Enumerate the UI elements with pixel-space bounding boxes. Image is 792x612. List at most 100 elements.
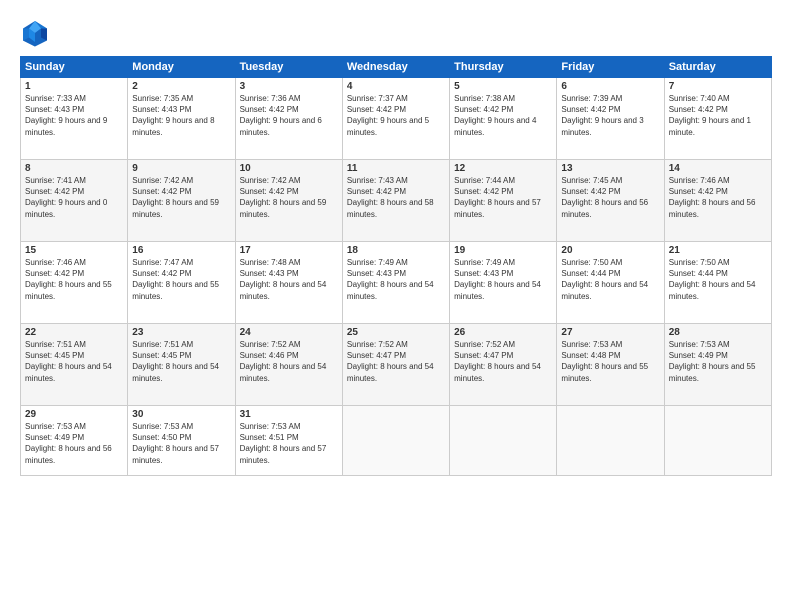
day-number: 29 — [25, 409, 123, 420]
day-info: Sunrise: 7:42 AMSunset: 4:42 PMDaylight:… — [240, 176, 327, 219]
day-info: Sunrise: 7:49 AMSunset: 4:43 PMDaylight:… — [454, 258, 541, 301]
calendar-cell: 28 Sunrise: 7:53 AMSunset: 4:49 PMDaylig… — [664, 324, 771, 406]
calendar-cell: 14 Sunrise: 7:46 AMSunset: 4:42 PMDaylig… — [664, 160, 771, 242]
day-info: Sunrise: 7:52 AMSunset: 4:46 PMDaylight:… — [240, 340, 327, 383]
header — [20, 18, 772, 48]
calendar-cell: 15 Sunrise: 7:46 AMSunset: 4:42 PMDaylig… — [21, 242, 128, 324]
calendar-cell: 30 Sunrise: 7:53 AMSunset: 4:50 PMDaylig… — [128, 406, 235, 476]
calendar-week-2: 8 Sunrise: 7:41 AMSunset: 4:42 PMDayligh… — [21, 160, 772, 242]
calendar-cell: 21 Sunrise: 7:50 AMSunset: 4:44 PMDaylig… — [664, 242, 771, 324]
day-info: Sunrise: 7:46 AMSunset: 4:42 PMDaylight:… — [669, 176, 756, 219]
day-info: Sunrise: 7:53 AMSunset: 4:50 PMDaylight:… — [132, 422, 219, 465]
day-info: Sunrise: 7:45 AMSunset: 4:42 PMDaylight:… — [561, 176, 648, 219]
calendar-cell: 26 Sunrise: 7:52 AMSunset: 4:47 PMDaylig… — [450, 324, 557, 406]
day-info: Sunrise: 7:43 AMSunset: 4:42 PMDaylight:… — [347, 176, 434, 219]
day-info: Sunrise: 7:50 AMSunset: 4:44 PMDaylight:… — [561, 258, 648, 301]
day-info: Sunrise: 7:40 AMSunset: 4:42 PMDaylight:… — [669, 94, 751, 137]
day-number: 20 — [561, 245, 659, 256]
day-info: Sunrise: 7:50 AMSunset: 4:44 PMDaylight:… — [669, 258, 756, 301]
day-number: 3 — [240, 81, 338, 92]
calendar-cell: 29 Sunrise: 7:53 AMSunset: 4:49 PMDaylig… — [21, 406, 128, 476]
calendar-cell: 27 Sunrise: 7:53 AMSunset: 4:48 PMDaylig… — [557, 324, 664, 406]
calendar-cell: 24 Sunrise: 7:52 AMSunset: 4:46 PMDaylig… — [235, 324, 342, 406]
logo — [20, 18, 54, 48]
calendar-cell: 17 Sunrise: 7:48 AMSunset: 4:43 PMDaylig… — [235, 242, 342, 324]
day-number: 7 — [669, 81, 767, 92]
calendar-header-monday: Monday — [128, 57, 235, 78]
calendar-cell — [450, 406, 557, 476]
day-number: 19 — [454, 245, 552, 256]
day-number: 6 — [561, 81, 659, 92]
day-number: 11 — [347, 163, 445, 174]
day-info: Sunrise: 7:49 AMSunset: 4:43 PMDaylight:… — [347, 258, 434, 301]
day-number: 25 — [347, 327, 445, 338]
day-number: 18 — [347, 245, 445, 256]
day-info: Sunrise: 7:44 AMSunset: 4:42 PMDaylight:… — [454, 176, 541, 219]
day-info: Sunrise: 7:39 AMSunset: 4:42 PMDaylight:… — [561, 94, 643, 137]
calendar-cell: 7 Sunrise: 7:40 AMSunset: 4:42 PMDayligh… — [664, 78, 771, 160]
calendar-cell: 31 Sunrise: 7:53 AMSunset: 4:51 PMDaylig… — [235, 406, 342, 476]
calendar-cell — [664, 406, 771, 476]
calendar-header-saturday: Saturday — [664, 57, 771, 78]
day-number: 13 — [561, 163, 659, 174]
day-number: 4 — [347, 81, 445, 92]
day-info: Sunrise: 7:36 AMSunset: 4:42 PMDaylight:… — [240, 94, 322, 137]
day-number: 22 — [25, 327, 123, 338]
calendar-header-friday: Friday — [557, 57, 664, 78]
day-info: Sunrise: 7:53 AMSunset: 4:49 PMDaylight:… — [25, 422, 112, 465]
day-info: Sunrise: 7:38 AMSunset: 4:42 PMDaylight:… — [454, 94, 536, 137]
calendar-cell: 3 Sunrise: 7:36 AMSunset: 4:42 PMDayligh… — [235, 78, 342, 160]
day-number: 12 — [454, 163, 552, 174]
calendar-header-wednesday: Wednesday — [342, 57, 449, 78]
calendar-cell: 13 Sunrise: 7:45 AMSunset: 4:42 PMDaylig… — [557, 160, 664, 242]
day-number: 28 — [669, 327, 767, 338]
calendar-cell: 8 Sunrise: 7:41 AMSunset: 4:42 PMDayligh… — [21, 160, 128, 242]
calendar-week-1: 1 Sunrise: 7:33 AMSunset: 4:43 PMDayligh… — [21, 78, 772, 160]
calendar-cell: 18 Sunrise: 7:49 AMSunset: 4:43 PMDaylig… — [342, 242, 449, 324]
calendar-week-3: 15 Sunrise: 7:46 AMSunset: 4:42 PMDaylig… — [21, 242, 772, 324]
calendar-table: SundayMondayTuesdayWednesdayThursdayFrid… — [20, 56, 772, 476]
day-info: Sunrise: 7:46 AMSunset: 4:42 PMDaylight:… — [25, 258, 112, 301]
calendar-week-5: 29 Sunrise: 7:53 AMSunset: 4:49 PMDaylig… — [21, 406, 772, 476]
day-number: 21 — [669, 245, 767, 256]
calendar-week-4: 22 Sunrise: 7:51 AMSunset: 4:45 PMDaylig… — [21, 324, 772, 406]
day-number: 10 — [240, 163, 338, 174]
calendar-cell — [342, 406, 449, 476]
calendar-cell: 23 Sunrise: 7:51 AMSunset: 4:45 PMDaylig… — [128, 324, 235, 406]
calendar-cell: 10 Sunrise: 7:42 AMSunset: 4:42 PMDaylig… — [235, 160, 342, 242]
calendar-header-row: SundayMondayTuesdayWednesdayThursdayFrid… — [21, 57, 772, 78]
day-number: 14 — [669, 163, 767, 174]
day-info: Sunrise: 7:48 AMSunset: 4:43 PMDaylight:… — [240, 258, 327, 301]
calendar-cell: 22 Sunrise: 7:51 AMSunset: 4:45 PMDaylig… — [21, 324, 128, 406]
day-info: Sunrise: 7:33 AMSunset: 4:43 PMDaylight:… — [25, 94, 107, 137]
day-info: Sunrise: 7:41 AMSunset: 4:42 PMDaylight:… — [25, 176, 107, 219]
calendar-cell: 12 Sunrise: 7:44 AMSunset: 4:42 PMDaylig… — [450, 160, 557, 242]
calendar-header-thursday: Thursday — [450, 57, 557, 78]
day-number: 15 — [25, 245, 123, 256]
calendar-cell: 9 Sunrise: 7:42 AMSunset: 4:42 PMDayligh… — [128, 160, 235, 242]
calendar-cell: 25 Sunrise: 7:52 AMSunset: 4:47 PMDaylig… — [342, 324, 449, 406]
calendar-cell: 4 Sunrise: 7:37 AMSunset: 4:42 PMDayligh… — [342, 78, 449, 160]
day-info: Sunrise: 7:51 AMSunset: 4:45 PMDaylight:… — [132, 340, 219, 383]
calendar-cell: 20 Sunrise: 7:50 AMSunset: 4:44 PMDaylig… — [557, 242, 664, 324]
day-number: 2 — [132, 81, 230, 92]
day-info: Sunrise: 7:51 AMSunset: 4:45 PMDaylight:… — [25, 340, 112, 383]
day-number: 17 — [240, 245, 338, 256]
day-number: 26 — [454, 327, 552, 338]
calendar-cell: 16 Sunrise: 7:47 AMSunset: 4:42 PMDaylig… — [128, 242, 235, 324]
day-number: 30 — [132, 409, 230, 420]
day-number: 8 — [25, 163, 123, 174]
day-number: 16 — [132, 245, 230, 256]
day-info: Sunrise: 7:52 AMSunset: 4:47 PMDaylight:… — [454, 340, 541, 383]
logo-icon — [20, 18, 50, 48]
calendar-cell: 11 Sunrise: 7:43 AMSunset: 4:42 PMDaylig… — [342, 160, 449, 242]
day-info: Sunrise: 7:53 AMSunset: 4:49 PMDaylight:… — [669, 340, 756, 383]
calendar-header-tuesday: Tuesday — [235, 57, 342, 78]
day-info: Sunrise: 7:53 AMSunset: 4:51 PMDaylight:… — [240, 422, 327, 465]
day-info: Sunrise: 7:47 AMSunset: 4:42 PMDaylight:… — [132, 258, 219, 301]
day-info: Sunrise: 7:52 AMSunset: 4:47 PMDaylight:… — [347, 340, 434, 383]
calendar-cell: 6 Sunrise: 7:39 AMSunset: 4:42 PMDayligh… — [557, 78, 664, 160]
day-number: 23 — [132, 327, 230, 338]
day-number: 9 — [132, 163, 230, 174]
day-info: Sunrise: 7:35 AMSunset: 4:43 PMDaylight:… — [132, 94, 214, 137]
